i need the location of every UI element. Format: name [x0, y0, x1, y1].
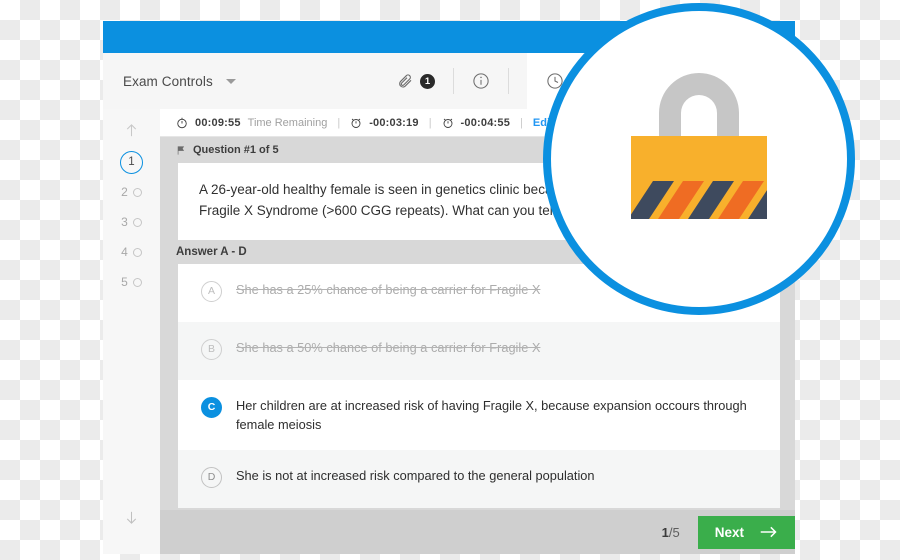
question-nav-number-2: 2 [121, 185, 128, 199]
answer-marker-c: C [201, 397, 222, 418]
question-nav-item-4[interactable]: 4 [108, 237, 156, 267]
answer-option-d[interactable]: D She is not at increased risk compared … [178, 450, 780, 509]
toolbar-divider-2 [508, 68, 509, 94]
alarm-clock-icon-2 [443, 118, 452, 128]
question-nav-number-5: 5 [121, 275, 128, 289]
question-status-dot-4 [132, 247, 142, 257]
question-status-dot-3 [132, 217, 142, 227]
toolbar-divider [453, 68, 454, 94]
locked-overlay-badge [543, 3, 855, 315]
exam-controls-label: Exam Controls [123, 73, 213, 89]
attachment-count-badge: 1 [420, 73, 435, 89]
attachment-button[interactable]: 1 [397, 73, 435, 89]
exam-controls-dropdown[interactable]: Exam Controls [103, 74, 236, 89]
page-current: 1 [661, 524, 669, 540]
answers-label-text: Answer A - D [176, 246, 247, 258]
info-button[interactable] [472, 72, 490, 90]
answer-text-a: She has a 25% chance of being a carrier … [236, 282, 541, 297]
answer-marker-d: D [201, 467, 222, 489]
elapsed-time: 00:09:55 [195, 116, 241, 129]
answer-text-c: Her children are at increased risk of ha… [236, 398, 747, 433]
alarm-time-2: -00:04:55 [460, 116, 511, 129]
question-status-dot-5 [132, 277, 142, 287]
arrow-right-icon [760, 526, 777, 538]
scroll-up-button[interactable] [123, 117, 140, 143]
stopwatch-icon [177, 117, 187, 128]
answer-text-b: She has a 50% chance of being a carrier … [236, 340, 541, 355]
question-nav-item-1[interactable]: 1 [108, 147, 156, 177]
scroll-down-button[interactable] [123, 508, 140, 532]
alarm-time-1: -00:03:19 [369, 116, 419, 129]
flag-icon[interactable] [176, 145, 186, 156]
time-remaining-label: Time Remaining [247, 116, 328, 129]
answer-marker-b: B [201, 339, 222, 360]
next-button-label: Next [714, 524, 744, 540]
timer-divider-3: | [520, 116, 523, 129]
timer-divider-2: | [428, 116, 432, 129]
question-header-label: Question #1 of 5 [193, 144, 279, 156]
paperclip-icon [399, 74, 412, 88]
next-button[interactable]: Next [697, 515, 795, 549]
padlock-icon [631, 73, 767, 219]
question-nav-item-3[interactable]: 3 [108, 207, 156, 237]
page-indicator: 1/5 [662, 525, 680, 540]
question-nav-number-4: 4 [121, 245, 128, 259]
question-nav-number-3: 3 [121, 215, 128, 229]
alarm-clock-icon [351, 118, 361, 128]
info-icon [473, 73, 489, 89]
answer-option-c[interactable]: C Her children are at increased risk of … [178, 380, 780, 450]
question-nav-item-2[interactable]: 2 [108, 177, 156, 207]
answer-marker-a: A [201, 281, 222, 302]
answer-text-d: She is not at increased risk compared to… [236, 468, 595, 484]
answer-option-b[interactable]: B She has a 50% chance of being a carrie… [178, 322, 780, 380]
timer-divider-1: | [337, 116, 341, 129]
arrow-down-icon [126, 511, 137, 524]
chevron-down-icon [225, 78, 236, 84]
question-number-list: 1 2 3 4 5 [108, 147, 156, 297]
page-total: 5 [672, 524, 680, 540]
question-nav-number-1: 1 [120, 150, 143, 174]
question-status-dot-2 [132, 187, 142, 197]
question-navigation-rail: 1 2 3 4 5 [103, 109, 161, 554]
arrow-up-icon [126, 123, 137, 136]
question-nav-item-5[interactable]: 5 [108, 267, 156, 297]
exam-footer-bar: 1/5 Next [160, 510, 795, 554]
